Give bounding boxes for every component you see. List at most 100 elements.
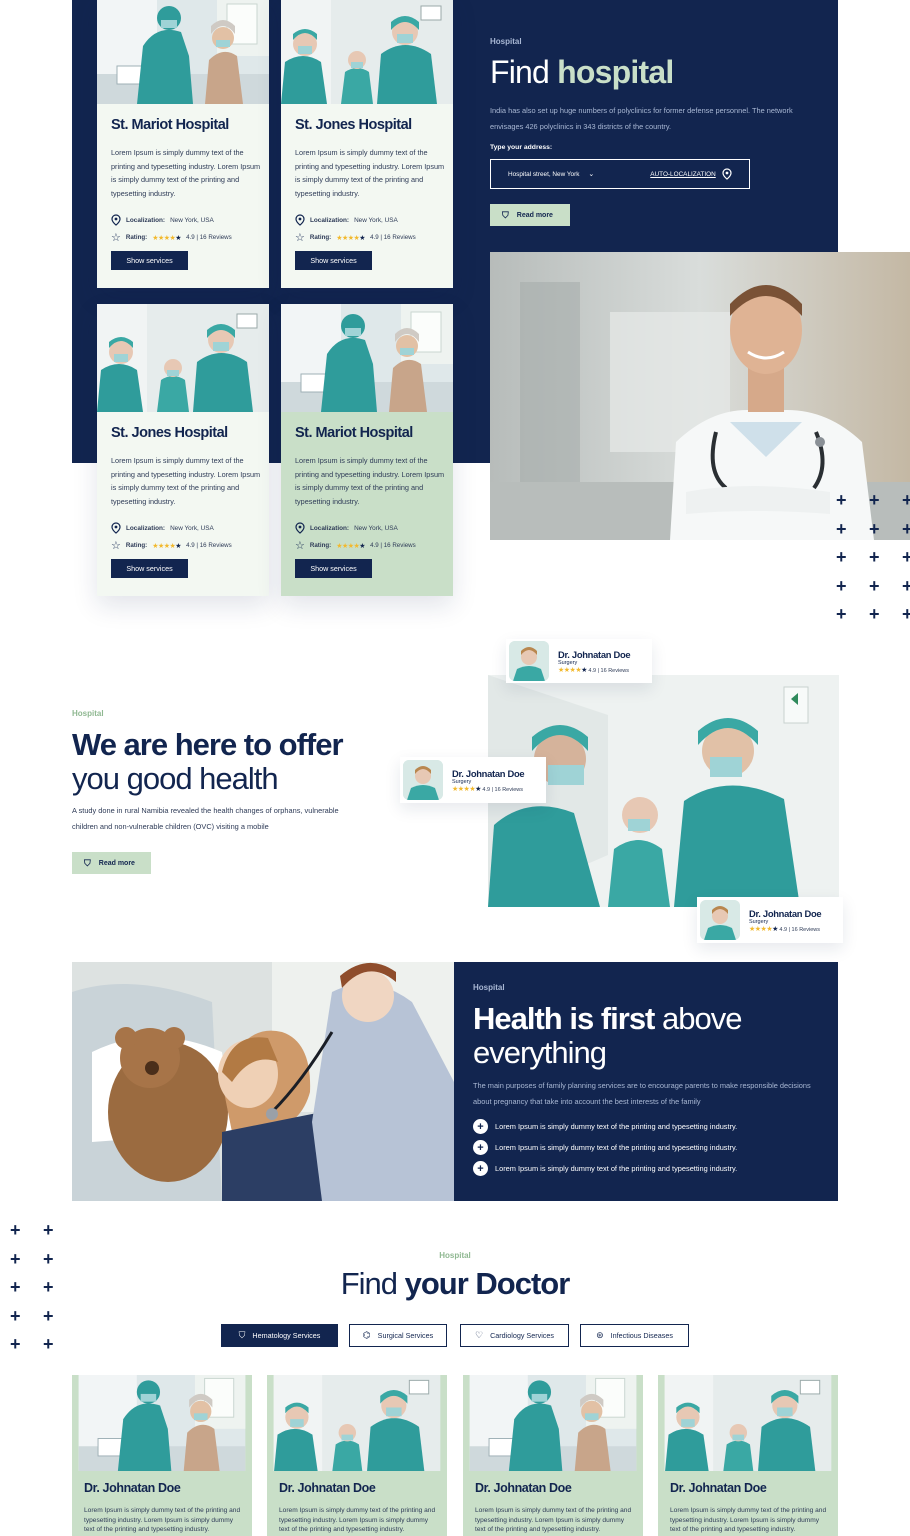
doctor-description: Lorem Ipsum is simply dummy text of the … — [279, 1507, 436, 1534]
doctor-name: Dr. Johnatan Doe — [84, 1481, 181, 1495]
hospital-rating: ☆ Rating: ★★★★★ 4.9 | 16 Reviews — [111, 540, 232, 552]
read-more-button[interactable]: ⛉ Read more — [72, 852, 151, 874]
hospital-photo — [281, 0, 453, 104]
star-outline-icon: ☆ — [295, 540, 305, 552]
offer-description: A study done in rural Namibia revealed t… — [72, 806, 339, 831]
doctor-reviews: ★★★★★ 4.9 | 16 Reviews — [452, 785, 523, 793]
show-services-button[interactable]: Show services — [295, 559, 372, 578]
hospital-card[interactable]: St. Mariot Hospital Lorem Ipsum is simpl… — [281, 304, 453, 596]
hospital-photo — [281, 304, 453, 412]
hospital-location: Localization: New York, USA — [295, 522, 398, 534]
doctor-description: Lorem Ipsum is simply dummy text of the … — [475, 1507, 632, 1534]
doctor-description: Lorem Ipsum is simply dummy text of the … — [670, 1507, 827, 1534]
flask-icon: ⛉ — [238, 1330, 246, 1340]
doctor-card[interactable]: Dr. Johnatan Doe Lorem Ipsum is simply d… — [463, 1375, 643, 1536]
hospital-rating: ☆ Rating: ★★★★★ 4.9 | 16 Reviews — [295, 540, 416, 552]
surgery-icon: ⌬ — [362, 1330, 371, 1340]
doctor-avatar — [403, 760, 443, 800]
hospital-name: St. Mariot Hospital — [111, 117, 229, 133]
tab-infectious-diseases[interactable]: ⊛ Infectious Diseases — [580, 1324, 689, 1347]
location-pin-icon — [295, 522, 305, 534]
rating-stars-icon: ★★★★★ — [452, 785, 481, 793]
heart-pulse-icon: ♡ — [475, 1330, 484, 1340]
read-more-button[interactable]: ⛉ Read more — [490, 204, 570, 226]
hospital-name: St. Jones Hospital — [111, 425, 228, 441]
hospital-description: Lorem Ipsum is simply dummy text of the … — [111, 148, 261, 198]
location-pin-icon — [295, 214, 305, 226]
flask-icon: ⛉ — [84, 857, 91, 868]
tab-surgical-services[interactable]: ⌬ Surgical Services — [349, 1324, 447, 1347]
doctor-photo — [658, 1375, 838, 1471]
star-outline-icon: ☆ — [111, 540, 121, 552]
benefit-item: + Lorem Ipsum is simply dummy text of the… — [473, 1161, 737, 1176]
doctor-name: Dr. Johnatan Doe — [279, 1481, 376, 1495]
doctor-photo — [72, 1375, 252, 1471]
doctor-card[interactable]: Dr. Johnatan Doe Lorem Ipsum is simply d… — [72, 1375, 252, 1536]
doctor-name: Dr. Johnatan Doe — [452, 767, 525, 779]
offer-kicker: Hospital — [72, 709, 104, 718]
doctor-photo — [463, 1375, 643, 1471]
show-services-button[interactable]: Show services — [111, 559, 188, 578]
flask-icon: ⛉ — [502, 209, 509, 220]
doctor-avatar — [509, 641, 549, 681]
doctor-chip[interactable]: Dr. Johnatan Doe Surgery ★★★★★ 4.9 | 16 … — [400, 757, 546, 803]
doctor-name: Dr. Johnatan Doe — [475, 1481, 572, 1495]
address-input[interactable]: Hospital street, New York — [508, 171, 579, 178]
hospital-description: Lorem Ipsum is simply dummy text of the … — [295, 456, 445, 506]
tab-cardiology-services[interactable]: ♡ Cardiology Services — [460, 1324, 569, 1347]
address-label: Type your address: — [490, 144, 553, 151]
doctor-name: Dr. Johnatan Doe — [670, 1481, 767, 1495]
find-hospital-description: India has also set up huge numbers of po… — [490, 106, 793, 131]
doctor-card[interactable]: Dr. Johnatan Doe Lorem Ipsum is simply d… — [658, 1375, 838, 1536]
plus-circle-icon: + — [473, 1161, 488, 1176]
star-outline-icon: ☆ — [111, 232, 121, 244]
auto-localization-link[interactable]: AUTO-LOCALIZATION — [650, 171, 715, 178]
doctor-avatar — [700, 900, 740, 940]
benefit-item: + Lorem Ipsum is simply dummy text of the… — [473, 1140, 737, 1155]
plus-circle-icon: + — [473, 1140, 488, 1155]
location-pin-icon — [111, 214, 121, 226]
hospital-name: St. Mariot Hospital — [295, 425, 413, 441]
hospital-location: Localization: New York, USA — [295, 214, 398, 226]
star-outline-icon: ☆ — [295, 232, 305, 244]
virus-icon: ⊛ — [596, 1330, 604, 1340]
hospital-name: St. Jones Hospital — [295, 117, 412, 133]
find-doctor-title: Find your Doctor — [340, 1266, 571, 1301]
hospital-location: Localization: New York, USA — [111, 522, 214, 534]
offer-title: We are here to offer you good health — [72, 727, 344, 796]
rating-stars-icon: ★★★★★ — [336, 234, 366, 242]
hospital-photo — [97, 0, 269, 104]
doctor-reviews: ★★★★★ 4.9 | 16 Reviews — [749, 925, 820, 933]
health-first-kicker: Hospital — [473, 983, 505, 992]
decor-plus-grid: + + + + + + + + + + + + + + + — [836, 490, 910, 624]
address-field[interactable]: Hospital street, New York ⌄ AUTO-LOCALIZ… — [490, 159, 750, 189]
hospital-card[interactable]: St. Jones Hospital Lorem Ipsum is simply… — [97, 304, 269, 596]
rating-stars-icon: ★★★★★ — [152, 234, 182, 242]
hospital-rating: ☆ Rating: ★★★★★ 4.9 | 16 Reviews — [111, 232, 232, 244]
hospital-rating: ☆ Rating: ★★★★★ 4.9 | 16 Reviews — [295, 232, 416, 244]
hospital-card[interactable]: St. Mariot Hospital Lorem Ipsum is simpl… — [97, 0, 269, 288]
plus-circle-icon: + — [473, 1119, 488, 1134]
tab-hematology-services[interactable]: ⛉ Hematology Services — [221, 1324, 338, 1347]
doctor-chip[interactable]: Dr. Johnatan Doe Surgery ★★★★★ 4.9 | 16 … — [697, 897, 843, 943]
rating-stars-icon: ★★★★★ — [152, 542, 182, 550]
doctor-chip[interactable]: Dr. Johnatan Doe Surgery ★★★★★ 4.9 | 16 … — [506, 639, 652, 683]
benefit-item: + Lorem Ipsum is simply dummy text of the… — [473, 1119, 737, 1134]
show-services-button[interactable]: Show services — [111, 251, 188, 270]
doctor-card[interactable]: Dr. Johnatan Doe Lorem Ipsum is simply d… — [267, 1375, 447, 1536]
hospital-card[interactable]: St. Jones Hospital Lorem Ipsum is simply… — [281, 0, 453, 288]
find-hospital-title: Find hospital — [490, 54, 674, 90]
find-hospital-kicker: Hospital — [490, 37, 522, 46]
doctor-reviews: ★★★★★ 4.9 | 16 Reviews — [558, 666, 629, 674]
chevron-down-icon[interactable]: ⌄ — [588, 170, 594, 178]
doctor-photo — [267, 1375, 447, 1471]
health-first-description: The main purposes of family planning ser… — [473, 1081, 811, 1106]
show-services-button[interactable]: Show services — [295, 251, 372, 270]
rating-stars-icon: ★★★★★ — [558, 666, 587, 674]
location-pin-icon[interactable] — [722, 168, 732, 180]
health-first-title: Health is first above everything — [473, 1001, 742, 1070]
child-checkup-image — [72, 962, 454, 1201]
find-doctor-kicker: Hospital — [439, 1251, 471, 1260]
hospital-description: Lorem Ipsum is simply dummy text of the … — [295, 148, 445, 198]
hospital-description: Lorem Ipsum is simply dummy text of the … — [111, 456, 261, 506]
